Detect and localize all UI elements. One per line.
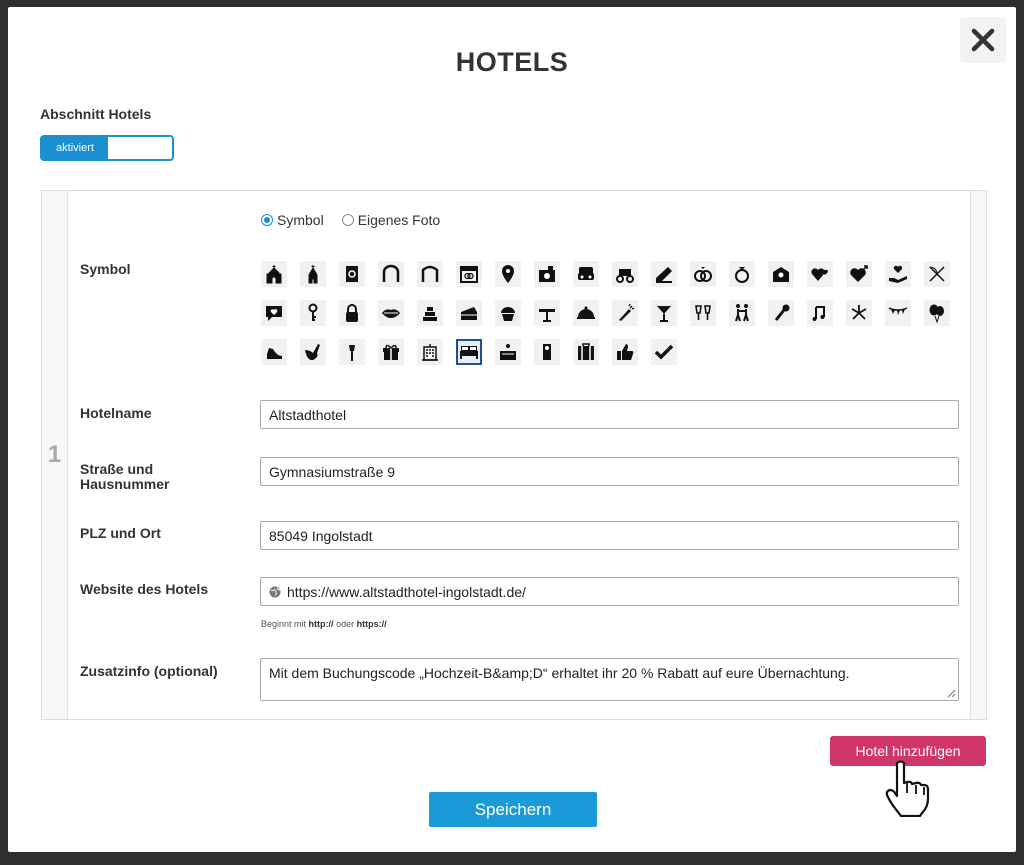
heart-arrow-icon[interactable] [846, 261, 872, 287]
cake-slice-icon[interactable] [456, 300, 482, 326]
bed-icon[interactable] [456, 339, 482, 365]
radio-own-photo[interactable]: Eigenes Foto [341, 212, 441, 228]
chat-heart-icon[interactable] [261, 300, 287, 326]
street-input[interactable]: Gymnasiumstraße 9 [260, 457, 959, 486]
street-label: Straße und Hausnummer [80, 461, 170, 492]
radio-symbol[interactable]: Symbol [261, 212, 324, 228]
balloons-icon[interactable] [924, 300, 950, 326]
hotel-entry-card: 1 Symbol Eigenes Foto Symbol Hotelname A… [41, 190, 987, 720]
website-value: https://www.altstadthotel-ingolstadt.de/ [287, 583, 526, 600]
car-icon[interactable] [573, 261, 599, 287]
symbol-picker [261, 261, 951, 365]
hearts-icon[interactable] [807, 261, 833, 287]
city-label: PLZ und Ort [80, 525, 161, 541]
website-input[interactable]: https://www.altstadthotel-ingolstadt.de/ [260, 577, 959, 606]
save-button[interactable]: Speichern [429, 792, 597, 827]
cupcake-icon[interactable] [495, 300, 521, 326]
city-input[interactable]: 85049 Ingolstadt [260, 521, 959, 550]
hotel-index: 1 [42, 191, 68, 719]
location-pin-icon[interactable] [495, 261, 521, 287]
reception-desk-icon[interactable] [495, 339, 521, 365]
checkmark-icon[interactable] [651, 339, 677, 365]
high-heel-icon[interactable] [261, 339, 287, 365]
graduation-icon[interactable] [651, 261, 677, 287]
website-label: Website des Hotels [80, 581, 209, 597]
radio-own-photo-label: Eigenes Foto [357, 212, 441, 228]
resize-grip-icon[interactable] [947, 689, 956, 698]
church-icon[interactable] [261, 261, 287, 287]
lock-icon[interactable] [339, 300, 365, 326]
globe-icon [269, 586, 281, 598]
gift-icon[interactable] [378, 339, 404, 365]
cocktail-icon[interactable] [651, 300, 677, 326]
fireworks-icon[interactable] [846, 300, 872, 326]
cake-stand-icon[interactable] [534, 300, 560, 326]
hand-pointer-icon [885, 760, 930, 817]
hotelname-label: Hotelname [80, 405, 152, 421]
lips-icon[interactable] [378, 300, 404, 326]
torch-icon[interactable] [339, 339, 365, 365]
carriage-icon[interactable] [612, 261, 638, 287]
section-toggle[interactable]: aktiviert [40, 135, 174, 161]
wedding-cake-icon[interactable] [417, 300, 443, 326]
extra-info-label: Zusatzinfo (optional) [80, 663, 218, 679]
hotels-modal: HOTELS Abschnitt Hotels aktiviert 1 Symb… [8, 7, 1016, 852]
hotelname-value: Altstadthotel [269, 406, 347, 423]
radio-own-photo-dot [341, 214, 354, 226]
page-title: HOTELS [455, 47, 569, 77]
champagne-icon[interactable] [612, 300, 638, 326]
radio-symbol-dot [261, 214, 273, 226]
hand-heart-icon[interactable] [885, 261, 911, 287]
thumbs-up-icon[interactable] [612, 339, 638, 365]
rings-icon[interactable] [690, 261, 716, 287]
hotel-building-icon[interactable] [417, 339, 443, 365]
extra-info-textarea[interactable]: Mit dem Buchungscode „Hochzeit-B&amp;D“ … [260, 658, 959, 701]
book-icon[interactable] [339, 261, 365, 287]
hotelname-input[interactable]: Altstadthotel [260, 400, 959, 429]
image-type-radio-group: Symbol Eigenes Foto [261, 212, 440, 228]
music-notes-icon[interactable] [807, 300, 833, 326]
camera-icon[interactable] [534, 261, 560, 287]
love-letter-icon[interactable] [768, 261, 794, 287]
arch-icon[interactable] [378, 261, 404, 287]
toggle-on-label: aktiviert [42, 137, 108, 159]
street-value: Gymnasiumstraße 9 [269, 463, 396, 480]
extra-info-value: Mit dem Buchungscode „Hochzeit-B&amp;D“ … [269, 665, 850, 681]
toast-glasses-icon[interactable] [690, 300, 716, 326]
city-value: 85049 Ingolstadt [269, 527, 373, 544]
card-side-bar [970, 191, 986, 719]
radio-symbol-label: Symbol [277, 212, 324, 228]
luggage-icon[interactable] [573, 339, 599, 365]
microphone-icon[interactable] [768, 300, 794, 326]
website-hint: Beginnt mit http:// oder https:// [261, 619, 387, 629]
symbol-label: Symbol [80, 261, 131, 277]
dancing-couple-icon[interactable] [729, 300, 755, 326]
bunting-icon[interactable] [885, 300, 911, 326]
dove-icon[interactable] [300, 339, 326, 365]
section-hotels-label: Abschnitt Hotels [40, 106, 152, 122]
door-hanger-icon[interactable] [534, 339, 560, 365]
gate-arch-icon[interactable] [417, 261, 443, 287]
calendar-rings-icon[interactable] [456, 261, 482, 287]
diamond-ring-icon[interactable] [729, 261, 755, 287]
bow-arrow-icon[interactable] [924, 261, 950, 287]
cloche-icon[interactable] [573, 300, 599, 326]
chapel-icon[interactable] [300, 261, 326, 287]
key-icon[interactable] [300, 300, 326, 326]
